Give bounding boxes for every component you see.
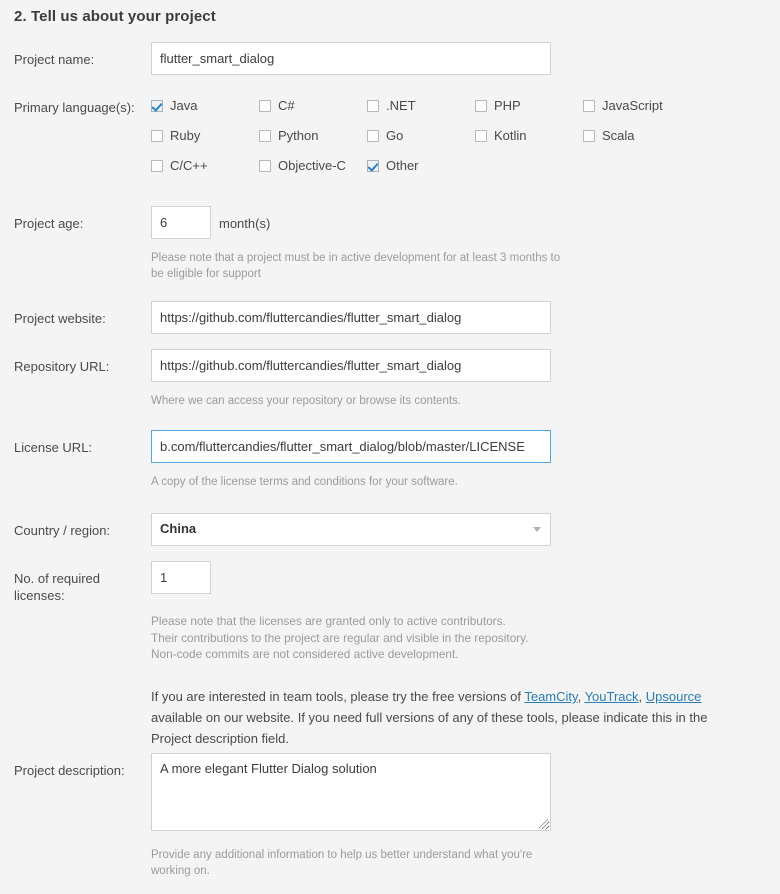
checkbox-unchecked-icon[interactable]: [151, 160, 163, 172]
language-checkbox-net[interactable]: .NET: [367, 98, 416, 118]
team-tools-info-paragraph: If you are interested in team tools, ple…: [151, 686, 731, 749]
language-checkbox-label: Go: [386, 128, 404, 143]
language-checkbox-label: Java: [170, 98, 198, 113]
language-checkbox-label: Python: [278, 128, 319, 143]
language-checkbox-other[interactable]: Other: [367, 158, 419, 178]
country-region-label: Country / region:: [14, 523, 111, 538]
repository-url-input[interactable]: [151, 349, 551, 382]
project-description-label: Project description:: [14, 763, 125, 778]
license-url-hint: A copy of the license terms and conditio…: [151, 476, 458, 488]
checkbox-checked-icon[interactable]: [151, 100, 163, 112]
license-url-label: License URL:: [14, 440, 93, 455]
language-checkbox-objective-c[interactable]: Objective-C: [259, 158, 346, 178]
youtrack-link[interactable]: YouTrack: [585, 689, 639, 704]
required-licenses-note-line: Their contributions to the project are r…: [151, 630, 529, 645]
required-licenses-input[interactable]: [151, 561, 211, 594]
language-checkbox-label: C/C++: [170, 158, 208, 173]
country-region-select[interactable]: China: [151, 513, 551, 546]
required-licenses-note-line: Non-code commits are not considered acti…: [151, 647, 459, 661]
primary-languages-label: Primary language(s):: [14, 100, 135, 115]
team-tools-text-before: If you are interested in team tools, ple…: [151, 689, 525, 704]
language-checkbox-label: C#: [278, 98, 295, 113]
language-checkbox-kotlin[interactable]: Kotlin: [475, 128, 527, 148]
checkbox-unchecked-icon[interactable]: [367, 100, 379, 112]
checkbox-unchecked-icon[interactable]: [475, 100, 487, 112]
country-region-selected-value: China: [160, 521, 197, 536]
checkbox-unchecked-icon[interactable]: [151, 130, 163, 142]
required-licenses-label: No. of required licenses:: [14, 571, 100, 603]
checkbox-checked-icon[interactable]: [367, 160, 379, 172]
language-checkbox-label: .NET: [386, 98, 416, 113]
checkbox-unchecked-icon[interactable]: [583, 130, 595, 142]
checkbox-unchecked-icon[interactable]: [259, 130, 271, 142]
project-name-input[interactable]: [151, 42, 551, 75]
project-form-page: 2. Tell us about your project Project na…: [0, 0, 780, 894]
chevron-down-icon: [533, 527, 541, 532]
language-checkbox-label: Other: [386, 158, 419, 173]
project-website-label: Project website:: [14, 311, 106, 326]
language-checkbox-java[interactable]: Java: [151, 98, 197, 118]
project-age-hint: Please note that a project must be in ac…: [151, 252, 561, 280]
checkbox-unchecked-icon[interactable]: [583, 100, 595, 112]
project-age-label: Project age:: [14, 216, 84, 231]
project-description-textarea[interactable]: [151, 753, 551, 831]
language-checkbox-go[interactable]: Go: [367, 128, 403, 148]
language-checkbox-label: JavaScript: [602, 98, 663, 113]
project-website-input[interactable]: [151, 301, 551, 334]
language-checkbox-c-c[interactable]: C/C++: [151, 158, 208, 178]
language-checkbox-python[interactable]: Python: [259, 128, 318, 148]
checkbox-unchecked-icon[interactable]: [367, 130, 379, 142]
project-name-label: Project name:: [14, 52, 95, 67]
language-checkbox-ruby[interactable]: Ruby: [151, 128, 200, 148]
license-url-input[interactable]: [151, 430, 551, 463]
team-tools-text-after: available on our website. If you need fu…: [151, 710, 708, 746]
required-licenses-notes: Please note that the licenses are grante…: [151, 613, 651, 663]
required-licenses-note-line: Please note that the licenses are grante…: [151, 614, 506, 628]
teamcity-link[interactable]: TeamCity: [524, 689, 577, 704]
language-checkbox-label: Ruby: [170, 128, 201, 143]
checkbox-unchecked-icon[interactable]: [259, 100, 271, 112]
language-checkbox-label: PHP: [494, 98, 521, 113]
language-checkbox-label: Kotlin: [494, 128, 527, 143]
project-age-input[interactable]: [151, 206, 211, 239]
team-tools-separator: ,: [638, 689, 646, 704]
language-checkbox-php[interactable]: PHP: [475, 98, 521, 118]
project-age-unit-label: month(s): [219, 216, 271, 231]
language-checkbox-javascript[interactable]: JavaScript: [583, 98, 663, 118]
repository-url-label: Repository URL:: [14, 359, 110, 374]
checkbox-unchecked-icon[interactable]: [259, 160, 271, 172]
language-checkbox-scala[interactable]: Scala: [583, 128, 635, 148]
upsource-link[interactable]: Upsource: [646, 689, 702, 704]
repository-url-hint: Where we can access your repository or b…: [151, 395, 461, 407]
language-checkbox-c[interactable]: C#: [259, 98, 295, 118]
primary-languages-checkbox-grid: Java C# .NET PHP JavaScript Ruby Python Go Kotli…: [151, 98, 711, 178]
team-tools-separator: ,: [577, 689, 585, 704]
page-title: 2. Tell us about your project: [14, 8, 216, 25]
language-checkbox-label: Objective-C: [278, 158, 346, 173]
checkbox-unchecked-icon[interactable]: [475, 130, 487, 142]
language-checkbox-label: Scala: [602, 128, 635, 143]
project-description-hint: Provide any additional information to he…: [151, 849, 533, 877]
